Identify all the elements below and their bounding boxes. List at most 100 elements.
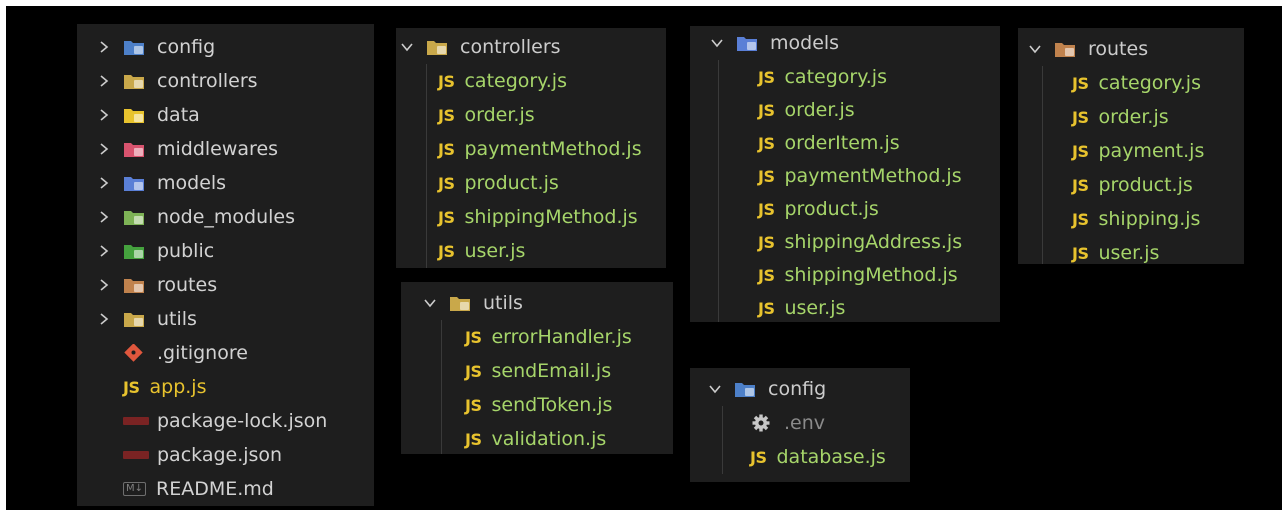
js-icon: JS <box>758 100 775 120</box>
folder-label: models <box>770 32 840 54</box>
config-folder-icon <box>734 380 756 398</box>
file-label: user.js <box>1098 242 1160 264</box>
folder-row-middlewares[interactable]: middlewares <box>77 132 278 166</box>
file-row[interactable]: JS category.js <box>690 60 887 94</box>
file-row[interactable]: M↓ README.md <box>77 472 274 506</box>
js-icon: JS <box>438 207 455 227</box>
file-label: package.json <box>157 444 283 466</box>
file-row[interactable]: .env <box>690 406 825 440</box>
file-row[interactable]: JS order.js <box>1018 100 1169 134</box>
file-row[interactable]: JS shippingMethod.js <box>396 200 638 234</box>
folder-header-utils[interactable]: utils <box>401 286 523 320</box>
file-row[interactable]: package.json <box>77 438 282 472</box>
file-row[interactable]: JS sendToken.js <box>401 388 612 422</box>
file-row[interactable]: JS payment.js <box>1018 134 1204 168</box>
file-row[interactable]: JS errorHandler.js <box>401 320 632 354</box>
file-row[interactable]: JS category.js <box>396 64 567 98</box>
npm-icon <box>123 417 149 425</box>
file-label: database.js <box>776 446 886 468</box>
file-label: payment.js <box>1098 140 1205 162</box>
folder-row-controllers[interactable]: controllers <box>77 64 258 98</box>
chevron-right-icon[interactable] <box>97 312 111 326</box>
folder-label: controllers <box>157 70 258 92</box>
file-row[interactable]: .gitignore <box>77 336 248 370</box>
js-icon: JS <box>1072 209 1089 229</box>
chevron-down-icon[interactable] <box>708 382 722 396</box>
file-row[interactable]: JS product.js <box>1018 168 1193 202</box>
folder-label: utils <box>483 292 523 314</box>
js-icon: JS <box>465 327 482 347</box>
js-icon: JS <box>758 265 775 285</box>
file-label: app.js <box>149 376 207 398</box>
middlewares-folder-icon <box>123 140 145 158</box>
explorer-root-panel: config controllers data middlewares models no… <box>77 24 374 506</box>
chevron-right-icon[interactable] <box>97 176 111 190</box>
folder-row-data[interactable]: data <box>77 98 200 132</box>
chevron-right-icon[interactable] <box>97 142 111 156</box>
folder-label: controllers <box>460 36 561 58</box>
file-row[interactable]: JS validation.js <box>401 422 606 454</box>
explorer-utils-panel: utils JS errorHandler.js JS sendEmail.js JS se… <box>401 282 673 454</box>
file-row[interactable]: JS database.js <box>690 440 886 474</box>
file-row[interactable]: JS user.js <box>1018 236 1159 264</box>
chevron-down-icon[interactable] <box>400 40 414 54</box>
file-label: product.js <box>1098 174 1193 196</box>
chevron-down-icon[interactable] <box>1028 42 1042 56</box>
file-label: orderItem.js <box>784 132 900 154</box>
chevron-right-icon[interactable] <box>97 210 111 224</box>
file-row[interactable]: JS shipping.js <box>1018 202 1200 236</box>
file-label: README.md <box>156 478 274 500</box>
chevron-down-icon[interactable] <box>710 36 724 50</box>
explorer-routes-panel: routes JS category.js JS order.js JS payment.j… <box>1018 28 1244 264</box>
file-label: user.js <box>464 240 526 262</box>
js-icon: JS <box>465 429 482 449</box>
file-row[interactable]: JS user.js <box>690 291 845 322</box>
js-icon: JS <box>1072 107 1089 127</box>
folder-label: config <box>768 378 827 400</box>
file-row[interactable]: JS category.js <box>1018 66 1201 100</box>
folder-label: data <box>157 104 200 126</box>
file-row[interactable]: JS sendEmail.js <box>401 354 611 388</box>
folder-row-routes[interactable]: routes <box>77 268 217 302</box>
folder-row-node-modules[interactable]: node_modules <box>77 200 295 234</box>
file-row[interactable]: JS paymentMethod.js <box>690 159 962 193</box>
file-row[interactable]: JS shippingAddress.js <box>690 225 962 259</box>
models-folder-icon <box>736 34 758 52</box>
folder-label: utils <box>157 308 197 330</box>
file-row[interactable]: JS app.js <box>77 370 206 404</box>
js-icon: JS <box>438 71 455 91</box>
file-row[interactable]: package-lock.json <box>77 404 327 438</box>
file-row[interactable]: JS order.js <box>396 98 535 132</box>
chevron-right-icon[interactable] <box>97 40 111 54</box>
folder-header-models[interactable]: models <box>690 26 839 60</box>
chevron-right-icon[interactable] <box>97 74 111 88</box>
file-row[interactable]: JS paymentMethod.js <box>396 132 642 166</box>
file-label: package-lock.json <box>157 410 328 432</box>
file-row[interactable]: JS orderItem.js <box>690 126 900 160</box>
file-row[interactable]: JS product.js <box>690 192 879 226</box>
folder-label: routes <box>1088 38 1149 60</box>
folder-header-config[interactable]: config <box>690 372 826 406</box>
folder-row-utils[interactable]: utils <box>77 302 197 336</box>
chevron-right-icon[interactable] <box>97 278 111 292</box>
folder-header-routes[interactable]: routes <box>1018 32 1148 66</box>
folder-row-public[interactable]: public <box>77 234 214 268</box>
file-row[interactable]: JS product.js <box>396 166 559 200</box>
chevron-right-icon[interactable] <box>97 244 111 258</box>
folder-row-config[interactable]: config <box>77 30 215 64</box>
file-label: errorHandler.js <box>491 326 632 348</box>
folder-label: public <box>157 240 215 262</box>
chevron-right-icon[interactable] <box>97 108 111 122</box>
explorer-models-panel: models JS category.js JS order.js JS orderItem… <box>690 26 1000 322</box>
gear-icon <box>750 414 772 432</box>
file-row[interactable]: JS shippingMethod.js <box>690 258 958 292</box>
js-icon: JS <box>465 361 482 381</box>
folder-label: node_modules <box>157 206 296 228</box>
file-row[interactable]: JS user.js <box>396 234 525 268</box>
file-row[interactable]: JS order.js <box>690 93 855 127</box>
folder-row-models[interactable]: models <box>77 166 226 200</box>
js-icon: JS <box>438 105 455 125</box>
folder-header-controllers[interactable]: controllers <box>396 30 561 64</box>
file-label: paymentMethod.js <box>464 138 642 160</box>
chevron-down-icon[interactable] <box>423 296 437 310</box>
